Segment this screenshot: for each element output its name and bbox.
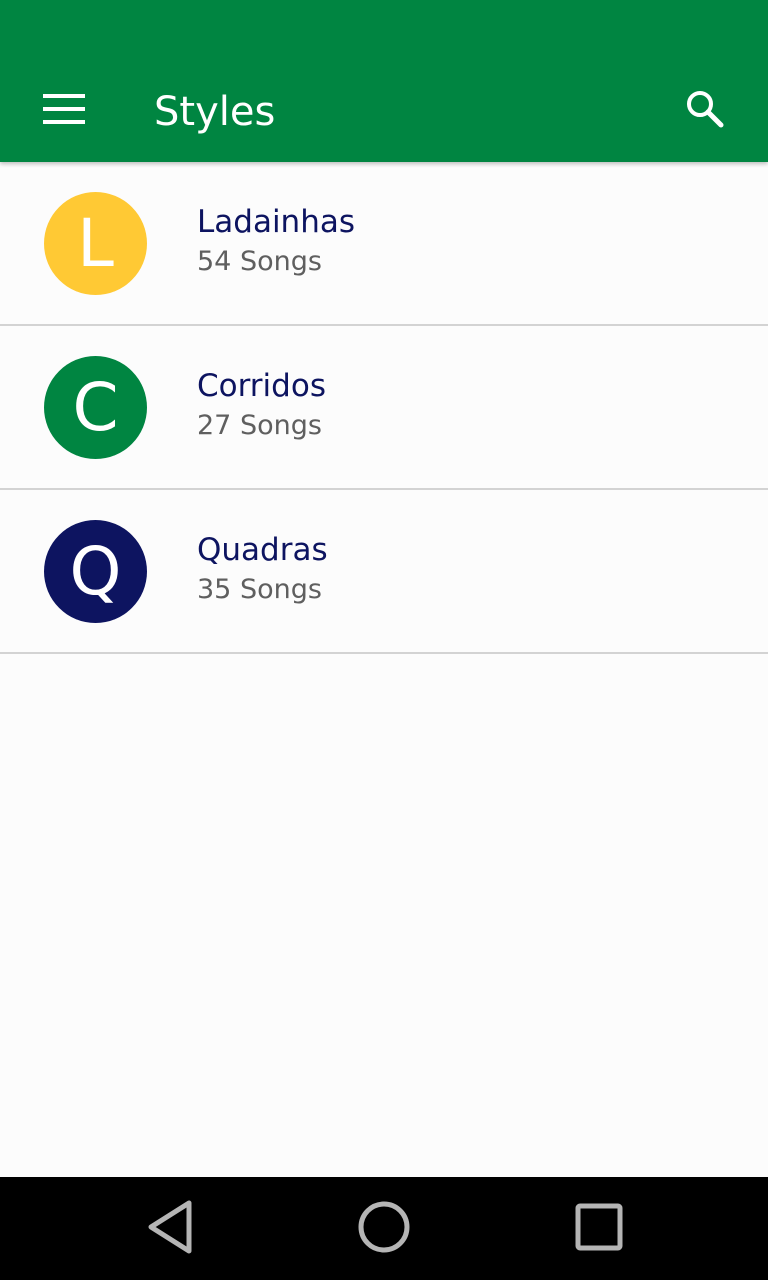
menu-button[interactable] <box>28 78 100 144</box>
styles-list: L Ladainhas 54 Songs C Corridos 27 Songs… <box>0 162 768 654</box>
song-count: 27 Songs <box>197 410 322 441</box>
style-name: Quadras <box>197 532 328 568</box>
page-title: Styles <box>154 89 276 135</box>
style-name: Corridos <box>197 368 326 404</box>
style-row-quadras[interactable]: Q Quadras 35 Songs <box>0 490 768 654</box>
song-count: 35 Songs <box>197 574 322 605</box>
system-nav-bar <box>0 1177 768 1280</box>
style-row-ladainhas[interactable]: L Ladainhas 54 Songs <box>0 162 768 326</box>
song-count: 54 Songs <box>197 246 322 277</box>
search-button[interactable] <box>670 78 740 144</box>
recents-square-icon <box>574 1202 624 1257</box>
home-button[interactable] <box>344 1189 424 1269</box>
styles-screen: Styles L Ladainhas 54 Songs C Corridos 2… <box>0 0 768 1280</box>
home-circle-icon <box>356 1199 412 1260</box>
back-button[interactable] <box>130 1189 210 1269</box>
style-avatar: C <box>44 356 147 459</box>
app-bar: Styles <box>0 0 768 162</box>
style-row-corridos[interactable]: C Corridos 27 Songs <box>0 326 768 490</box>
style-avatar: L <box>44 192 147 295</box>
back-triangle-icon <box>145 1199 195 1260</box>
style-name: Ladainhas <box>197 204 355 240</box>
search-icon <box>686 90 724 133</box>
hamburger-menu-icon <box>43 93 85 129</box>
style-avatar: Q <box>44 520 147 623</box>
recents-button[interactable] <box>559 1189 639 1269</box>
